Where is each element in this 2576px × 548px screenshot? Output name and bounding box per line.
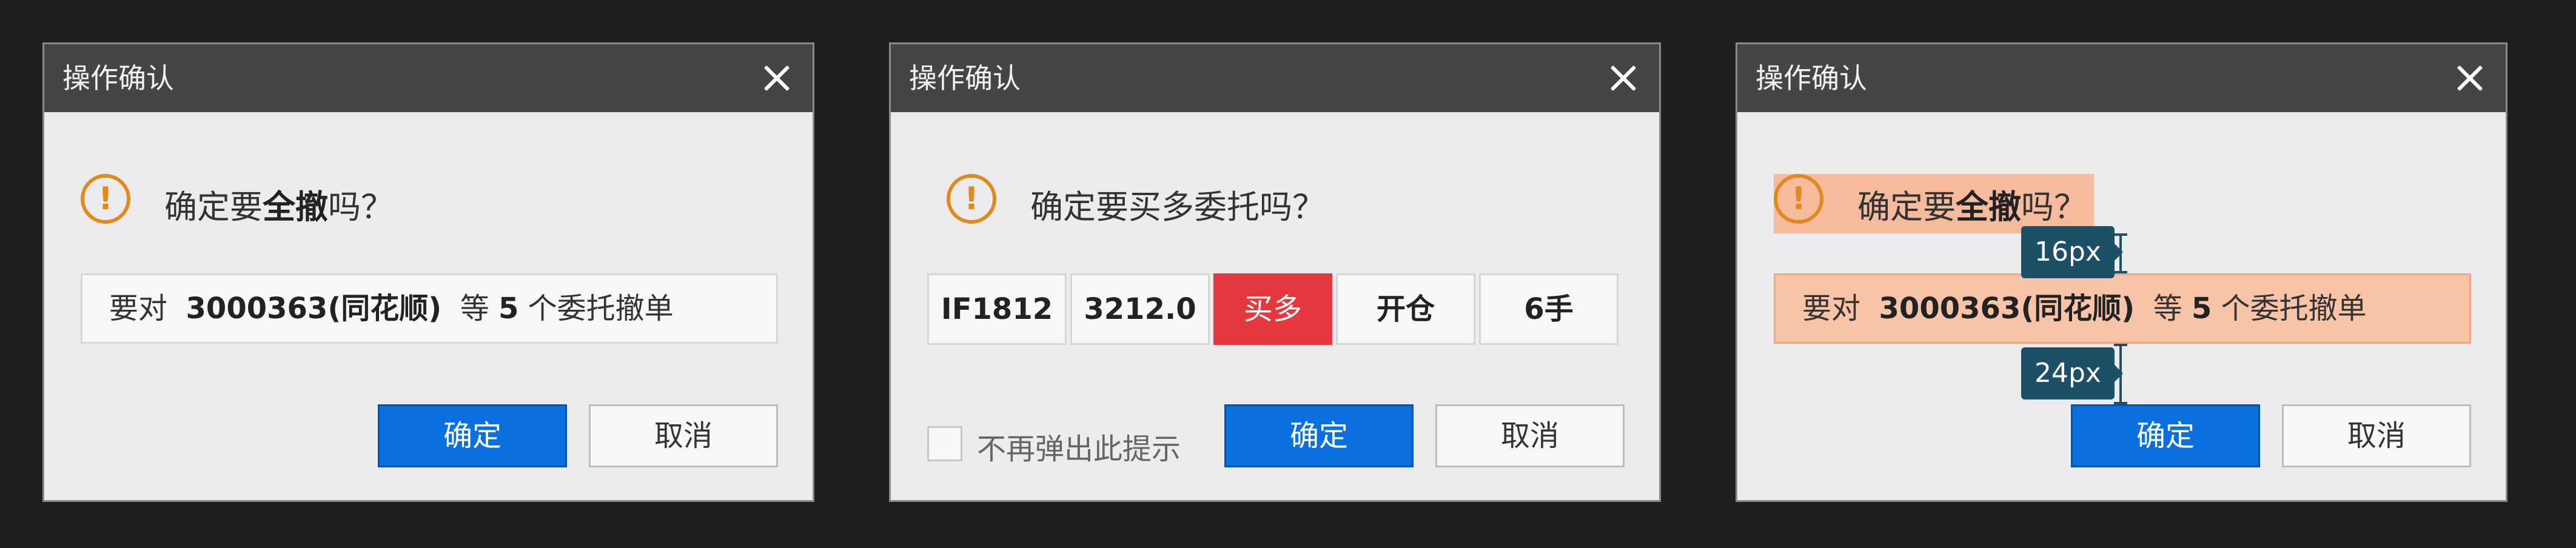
cancel-summary-box: 要对 3000363(同花顺) 等 5 个委托撤单 [1774, 273, 2471, 344]
confirm-message: 确定要全撤吗？ [164, 188, 394, 226]
dialog-title: 操作确认 [1756, 62, 1867, 95]
spacing-badge-bottom: 24px [2021, 347, 2123, 399]
dialog-title: 操作确认 [62, 62, 174, 95]
spacing-measure-cap [2114, 271, 2127, 273]
confirm-dialog-spacing-spec: 操作确认 ! 确定要全撤吗？ 要对 3000363(同花顺) 等 5 个委托撤单… [1736, 42, 2507, 502]
warning-icon: ! [947, 174, 996, 224]
close-icon[interactable] [1608, 63, 1639, 93]
cancel-summary-box: 要对 3000363(同花顺) 等 5 个委托撤单 [81, 273, 778, 344]
confirm-message: 确定要买多委托吗？ [1030, 188, 1325, 226]
warning-icon: ! [1774, 174, 1823, 224]
confirm-dialog-cancel-all: 操作确认 ! 确定要全撤吗？ 要对 3000363(同花顺) 等 5 个委托撤单… [42, 42, 814, 502]
warning-icon: ! [81, 174, 130, 224]
confirm-button[interactable]: 确定 [2071, 404, 2260, 467]
dialog-title: 操作确认 [909, 62, 1021, 95]
confirm-button[interactable]: 确定 [378, 404, 567, 467]
order-direction-cell: 买多 [1213, 273, 1332, 345]
order-action-cell: 开仓 [1336, 273, 1475, 345]
order-quantity-cell: 6手 [1479, 273, 1618, 345]
spacing-measure-cap [2114, 344, 2127, 346]
close-icon[interactable] [762, 63, 792, 93]
confirm-button[interactable]: 确定 [1224, 404, 1414, 467]
dont-show-again-checkbox[interactable] [927, 426, 962, 461]
spacing-measure-cap [2114, 402, 2127, 404]
dialog-titlebar: 操作确认 [891, 44, 1659, 112]
dialog-titlebar: 操作确认 [1737, 44, 2506, 112]
order-price-cell: 3212.0 [1070, 273, 1210, 345]
dont-show-again-label[interactable]: 不再弹出此提示 [977, 425, 1181, 467]
close-icon[interactable] [2455, 63, 2485, 93]
cancel-button[interactable]: 取消 [1435, 404, 1625, 467]
cancel-button[interactable]: 取消 [589, 404, 778, 467]
cancel-button[interactable]: 取消 [2282, 404, 2471, 467]
confirm-message: 确定要全撤吗？ [1857, 188, 2087, 226]
dialog-titlebar: 操作确认 [44, 44, 813, 112]
spacing-measure-cap [2114, 233, 2127, 236]
spacing-badge-top: 16px [2021, 226, 2123, 278]
order-contract-cell: IF1812 [927, 273, 1067, 345]
confirm-dialog-buy-order: 操作确认 ! 确定要买多委托吗？ IF1812 3212.0 买多 开仓 6手 … [889, 42, 1661, 502]
